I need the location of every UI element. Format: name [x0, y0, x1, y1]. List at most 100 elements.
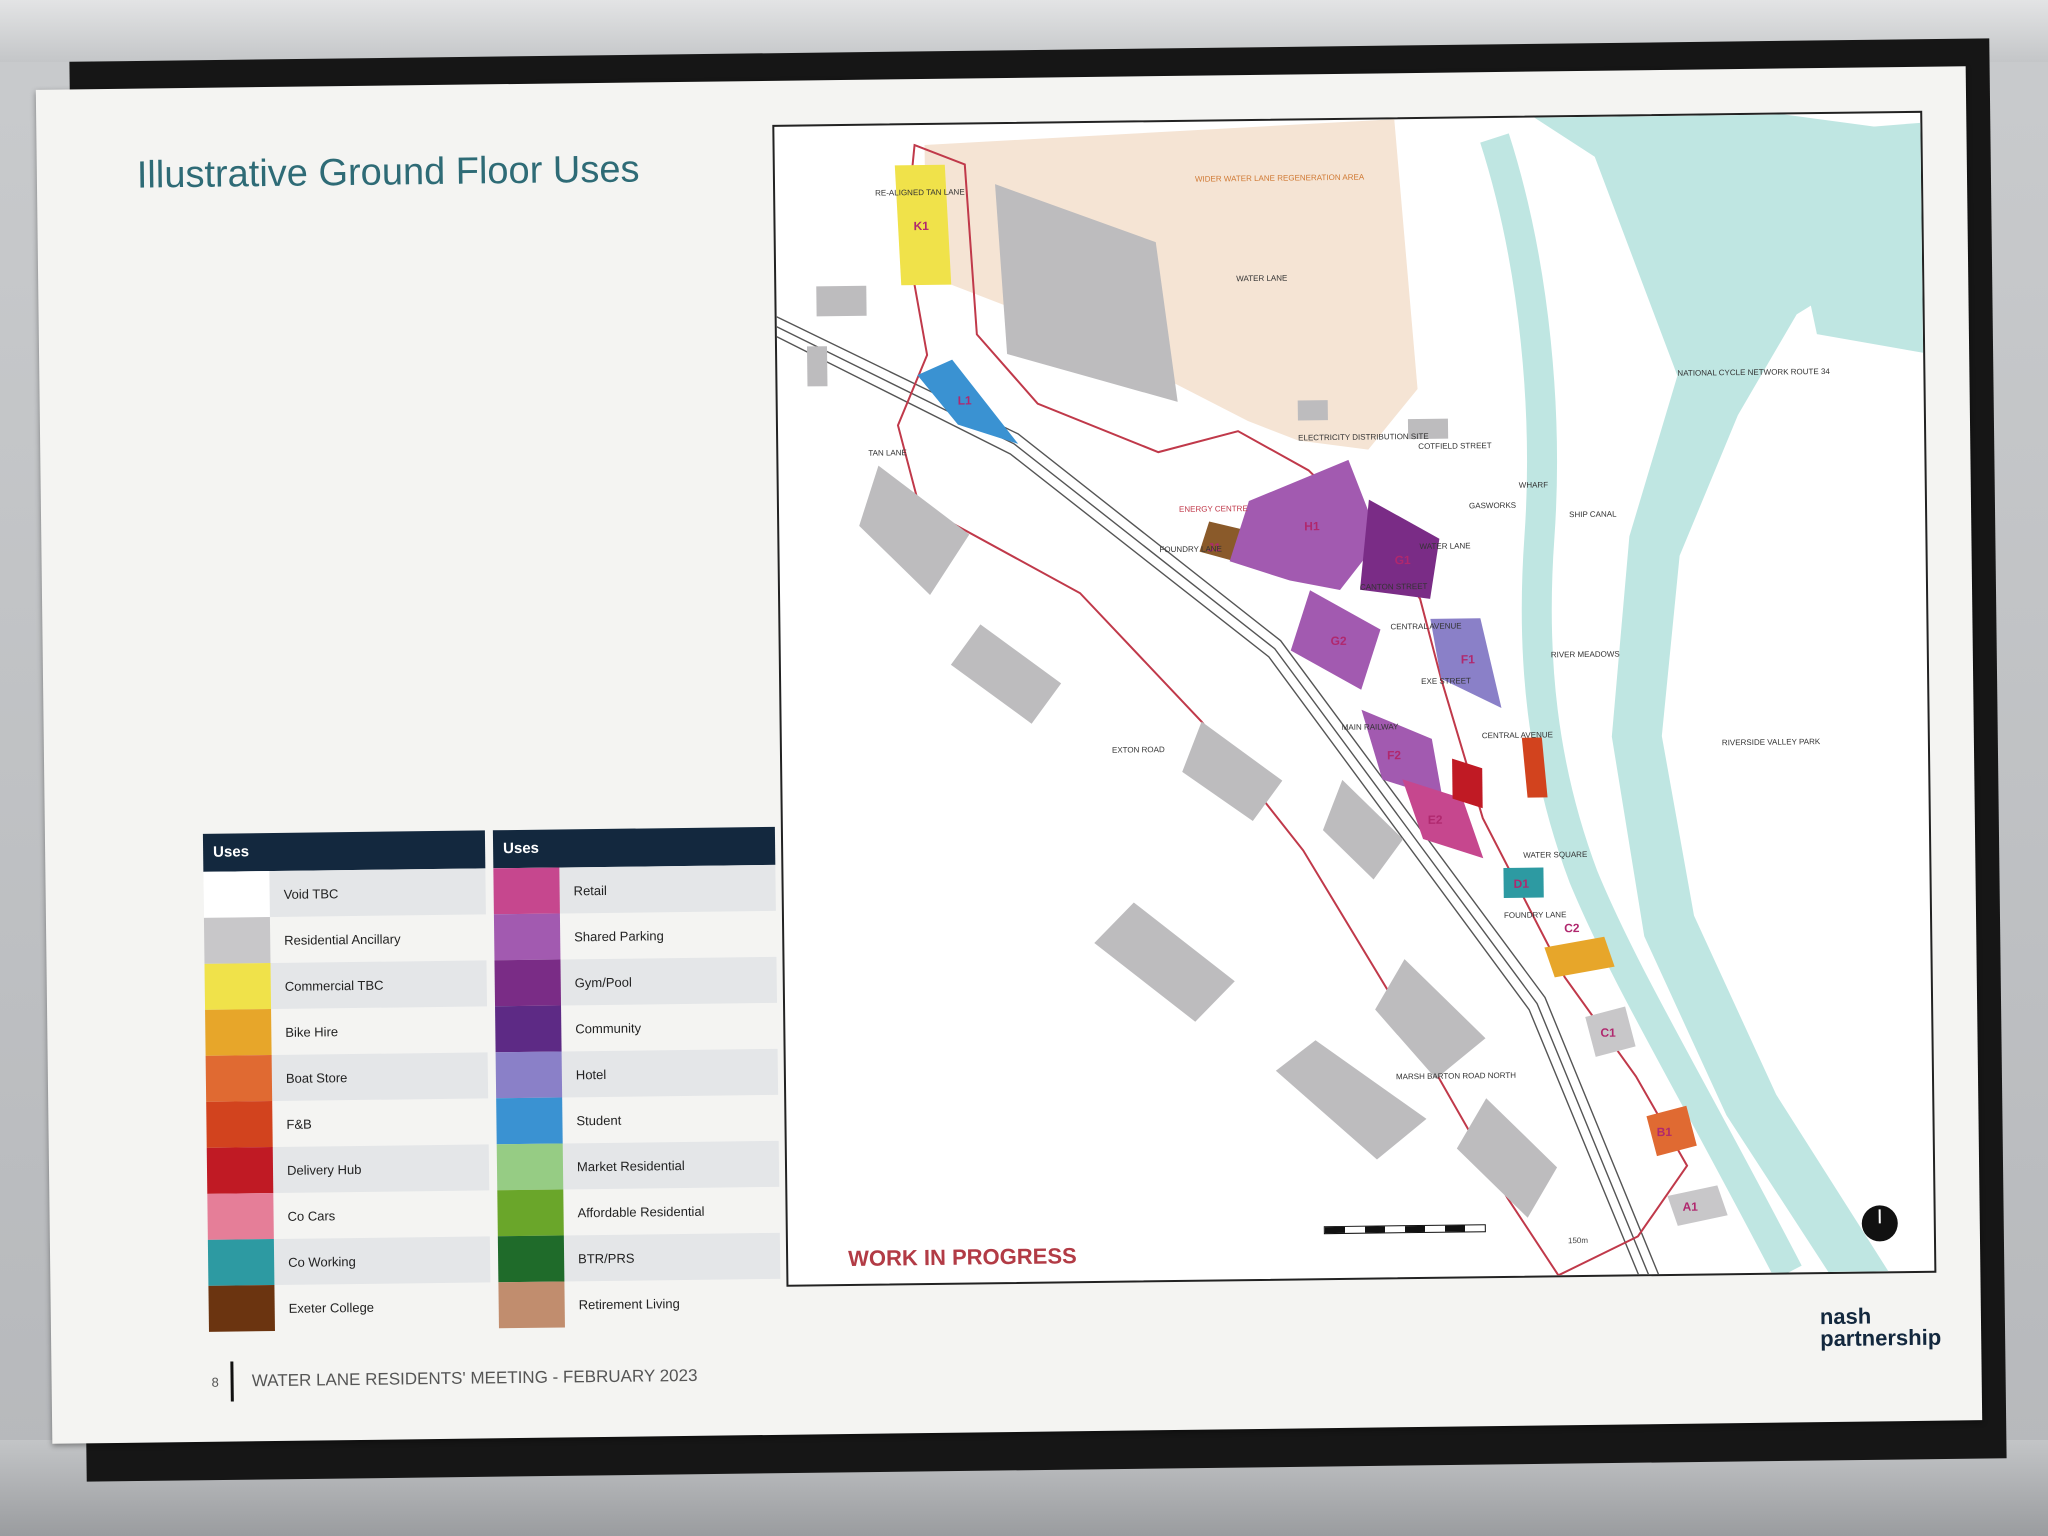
street-exton: EXTON ROAD — [1112, 745, 1165, 755]
legend-label: Gym/Pool — [574, 974, 632, 990]
regeneration-area — [924, 119, 1418, 450]
legend-row: Retirement Living — [498, 1279, 781, 1329]
street-railway: MAIN RAILWAY — [1342, 722, 1400, 732]
legend-swatch — [206, 1147, 274, 1194]
legend-row: BTR/PRS — [497, 1232, 781, 1283]
label-electricity: ELECTRICITY DISTRIBUTION SITE — [1298, 432, 1429, 443]
legend-row: Shared Parking — [493, 911, 777, 961]
legend-swatch — [497, 1189, 564, 1237]
legend-swatch — [493, 867, 560, 915]
legend-label: Retirement Living — [578, 1295, 680, 1312]
legend-row: Boat Store — [205, 1052, 489, 1102]
legend-swatch — [494, 959, 562, 1007]
scale-end-label: 150m — [1567, 1235, 1589, 1246]
legend-label: Void TBC — [283, 885, 339, 902]
legend-row: Residential Ancillary — [203, 914, 487, 964]
legend-label: Hotel — [575, 1066, 607, 1082]
site-map: K1 L1 H1 G1 G2 F1 F2 E2 D1 C2 C1 B1 A1 J… — [772, 110, 1937, 1287]
legend-label: Boat Store — [285, 1069, 348, 1086]
legend-row: Gym/Pool — [494, 956, 778, 1007]
label-c1: C1 — [1600, 1026, 1616, 1040]
street-wharf: WHARF — [1519, 480, 1549, 489]
street-tan-lane: TAN LANE — [868, 448, 907, 457]
street-realigned-tan-lane: RE-ALIGNED TAN LANE — [875, 188, 965, 198]
label-f2: F2 — [1387, 748, 1402, 762]
label-b1: B1 — [1657, 1125, 1673, 1139]
uses-legend: Uses Void TBC Residential Ancillary Commer… — [202, 826, 781, 1332]
legend-label: Retail — [573, 882, 607, 898]
legend-row: Co Cars — [207, 1190, 490, 1240]
street-water-lane-mid: WATER LANE — [1419, 541, 1470, 551]
legend-row: F&B — [206, 1098, 489, 1148]
block-c2 — [1544, 936, 1615, 978]
work-in-progress-label: WORK IN PROGRESS — [847, 1243, 1077, 1272]
label-g1: G1 — [1395, 553, 1412, 567]
presentation-board: Illustrative Ground Floor Uses K1 L1 H1 … — [35, 66, 1983, 1444]
map-canvas: K1 L1 H1 G1 G2 F1 F2 E2 D1 C2 C1 B1 A1 J… — [776, 114, 1924, 1280]
legend-swatch — [495, 1005, 562, 1053]
street-gasworks: GASWORKS — [1469, 501, 1516, 511]
legend-label: Co Cars — [287, 1207, 336, 1224]
legend-label: Exeter College — [288, 1299, 375, 1316]
label-e2: E2 — [1428, 813, 1443, 827]
legend-row: Co Working — [207, 1236, 491, 1286]
legend-row: Market Residential — [496, 1140, 780, 1191]
label-a1: A1 — [1682, 1200, 1698, 1214]
legend-row: Affordable Residential — [497, 1187, 780, 1237]
legend-row: Student — [496, 1095, 779, 1145]
brand-logo: nash partnership — [1820, 1304, 1942, 1352]
legend-row: Community — [495, 1003, 778, 1053]
footer: 8 WATER LANE RESIDENTS' MEETING - FEBRUA… — [211, 1356, 698, 1402]
label-h1: H1 — [1304, 519, 1320, 533]
north-arrow-icon — [1861, 1205, 1899, 1242]
label-k1: K1 — [913, 219, 929, 233]
legend-label: Residential Ancillary — [284, 930, 401, 948]
legend-label: Shared Parking — [574, 927, 664, 944]
legend-row: Hotel — [495, 1048, 779, 1099]
legend-swatch — [204, 963, 272, 1010]
legend-swatch — [207, 1193, 274, 1240]
street-marsh-barton: MARSH BARTON ROAD NORTH — [1396, 1071, 1516, 1081]
label-riverside: RIVERSIDE VALLEY PARK — [1722, 737, 1821, 747]
legend-right-column: Uses Retail Shared Parking Gym/Pool Communi… — [492, 826, 781, 1329]
label-g2: G2 — [1331, 634, 1348, 648]
street-cotfield: COTFIELD STREET — [1418, 441, 1492, 451]
legend-left-column: Uses Void TBC Residential Ancillary Commer… — [202, 830, 491, 1332]
street-canton: CANTON STREET — [1360, 582, 1428, 592]
legend-swatch — [205, 1055, 273, 1102]
river-east — [1774, 122, 1924, 353]
legend-swatch — [496, 1143, 564, 1191]
label-water-square: WATER SQUARE — [1523, 850, 1587, 860]
street-foundry-north: FOUNDRY LANE — [1159, 544, 1221, 554]
street-exe: EXE STREET — [1421, 676, 1471, 686]
legend-label: Commercial TBC — [284, 977, 384, 994]
legend-row: Retail — [493, 864, 776, 915]
legend-swatch — [205, 1009, 272, 1056]
legend-row: Delivery Hub — [206, 1144, 490, 1194]
legend-swatch — [495, 1051, 563, 1099]
label-energy-centre: ENERGY CENTRE — [1179, 504, 1248, 514]
brand-line2: partnership — [1820, 1324, 1942, 1352]
footer-divider — [230, 1361, 235, 1402]
legend-swatch — [497, 1235, 565, 1283]
legend-label: Student — [576, 1112, 622, 1128]
legend-row: Bike Hire — [205, 1006, 488, 1056]
street-river-meadows: RIVER MEADOWS — [1551, 650, 1620, 660]
legend-row: Commercial TBC — [204, 960, 488, 1010]
street-central-avenue-2: CENTRAL AVENUE — [1482, 730, 1553, 740]
legend-label: BTR/PRS — [578, 1250, 635, 1266]
legend-swatch — [203, 871, 270, 918]
label-l1: L1 — [958, 393, 973, 407]
legend-right-header: Uses — [492, 826, 776, 869]
legend-label: F&B — [286, 1116, 312, 1132]
street-water-lane-north: WATER LANE — [1236, 274, 1287, 284]
legend-swatch — [493, 913, 561, 961]
street-central-avenue-1: CENTRAL AVENUE — [1390, 621, 1461, 631]
label-cycle: NATIONAL CYCLE NETWORK ROUTE 34 — [1677, 367, 1830, 378]
legend-left-header: Uses — [202, 830, 486, 872]
page-title: Illustrative Ground Floor Uses — [136, 148, 640, 197]
legend-row: Void TBC — [203, 868, 486, 918]
legend-label: Affordable Residential — [577, 1203, 705, 1220]
legend-swatch — [208, 1285, 275, 1332]
legend-label: Community — [575, 1020, 642, 1036]
